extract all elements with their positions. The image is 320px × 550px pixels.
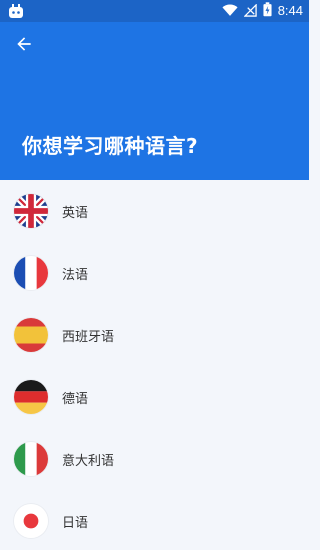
language-label: 意大利语 (62, 453, 115, 469)
language-item-french[interactable]: 法语 (0, 242, 309, 304)
france-flag-icon (14, 256, 48, 290)
language-item-italian[interactable]: 意大利语 (0, 428, 309, 490)
status-bar: 8:44 (0, 0, 309, 22)
japan-flag-icon (14, 504, 48, 538)
language-label: 法语 (62, 267, 89, 283)
language-label: 英语 (62, 205, 89, 221)
language-label: 德语 (62, 391, 89, 407)
language-item-english[interactable]: 英语 (0, 180, 309, 242)
arrow-left-icon (14, 34, 34, 58)
spain-flag-icon (14, 318, 48, 352)
language-item-japanese[interactable]: 日语 (0, 490, 309, 550)
battery-charging-icon (263, 1, 272, 21)
language-label: 西班牙语 (62, 329, 115, 345)
wifi-icon (222, 2, 238, 21)
language-label: 日语 (62, 515, 89, 531)
status-time: 8:44 (277, 3, 303, 18)
language-item-spanish[interactable]: 西班牙语 (0, 304, 309, 366)
language-list: 英语 法语 西班牙语 德语 意大利语 日语 (0, 180, 309, 550)
italy-flag-icon (14, 442, 48, 476)
page-title: 你想学习哪种语言? (22, 134, 199, 158)
app-header: 你想学习哪种语言? (0, 22, 309, 180)
germany-flag-icon (14, 380, 48, 414)
back-button[interactable] (10, 32, 38, 60)
signal-icon (243, 2, 257, 21)
notification-app-icon (8, 3, 24, 19)
language-item-german[interactable]: 德语 (0, 366, 309, 428)
uk-flag-icon (14, 194, 48, 228)
